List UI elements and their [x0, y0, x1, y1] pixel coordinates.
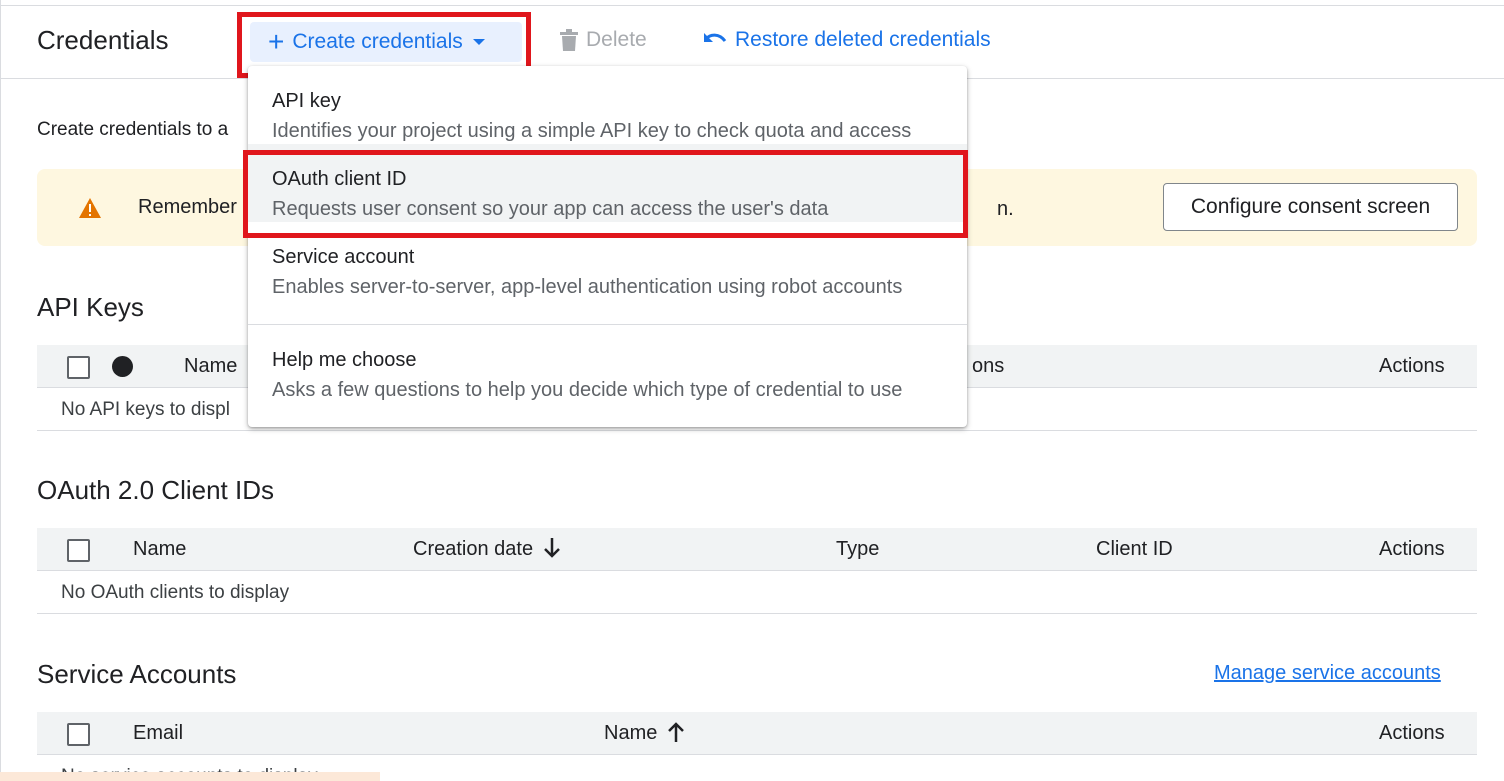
column-name[interactable]: Name [184, 355, 237, 378]
create-credentials-menu: API key Identifies your project using a … [248, 66, 967, 427]
column-creation-date[interactable]: Creation date [413, 538, 561, 561]
bottom-bar [0, 772, 380, 781]
arrow-up-icon [668, 722, 685, 742]
intro-text: Create credentials to a [37, 119, 229, 140]
column-restrictions: ons [972, 355, 1005, 377]
menu-item-title: Help me choose [272, 349, 417, 371]
column-actions: Actions [1379, 355, 1445, 377]
menu-item-title: Service account [272, 246, 415, 268]
arrow-down-icon [544, 538, 560, 558]
menu-item-help-me-choose[interactable]: Help me choose Asks a few questions to h… [248, 325, 967, 403]
column-actions: Actions [1379, 538, 1445, 560]
oauth-client-id-highlight [243, 150, 968, 238]
menu-item-api-key[interactable]: API key Identifies your project using a … [248, 66, 967, 144]
column-name[interactable]: Name [133, 538, 186, 561]
oauth-clients-title: OAuth 2.0 Client IDs [37, 475, 274, 505]
empty-message: No API keys to displ [61, 399, 230, 420]
column-type[interactable]: Type [836, 538, 879, 561]
menu-item-description: Identifies your project using a simple A… [272, 120, 912, 142]
restore-deleted-credentials-button[interactable]: Restore deleted credentials [703, 28, 991, 52]
undo-icon [704, 33, 727, 42]
banner-text-end: n. [997, 198, 1014, 220]
oauth-table-header: Name Creation date Type Client ID Action… [37, 528, 1477, 571]
select-all-checkbox[interactable] [67, 539, 90, 562]
menu-item-description: Asks a few questions to help you decide … [272, 379, 903, 401]
delete-button[interactable]: Delete [560, 28, 647, 52]
warning-icon [79, 198, 101, 218]
delete-label: Delete [586, 28, 647, 51]
api-keys-title: API Keys [37, 292, 144, 322]
menu-item-title: API key [272, 90, 341, 112]
banner-text: Remember [138, 196, 237, 218]
column-email[interactable]: Email [133, 722, 183, 745]
menu-item-description: Enables server-to-server, app-level auth… [272, 276, 903, 298]
manage-service-accounts-link[interactable]: Manage service accounts [1214, 662, 1441, 685]
select-all-checkbox[interactable] [67, 356, 90, 379]
service-accounts-table-header: Email Name Actions [37, 712, 1477, 755]
oauth-empty-row: No OAuth clients to display [37, 571, 1477, 614]
column-name[interactable]: Name [604, 722, 685, 745]
column-actions: Actions [1379, 722, 1445, 744]
left-border [0, 0, 1, 781]
service-accounts-title: Service Accounts [37, 659, 237, 689]
status-dot-icon [112, 356, 133, 377]
trash-icon [560, 29, 578, 51]
column-client-id[interactable]: Client ID [1096, 538, 1173, 561]
configure-consent-screen-button[interactable]: Configure consent screen [1163, 183, 1458, 231]
page-title: Credentials [37, 25, 169, 55]
select-all-checkbox[interactable] [67, 723, 90, 746]
restore-label: Restore deleted credentials [735, 28, 991, 51]
empty-message: No OAuth clients to display [61, 582, 290, 603]
